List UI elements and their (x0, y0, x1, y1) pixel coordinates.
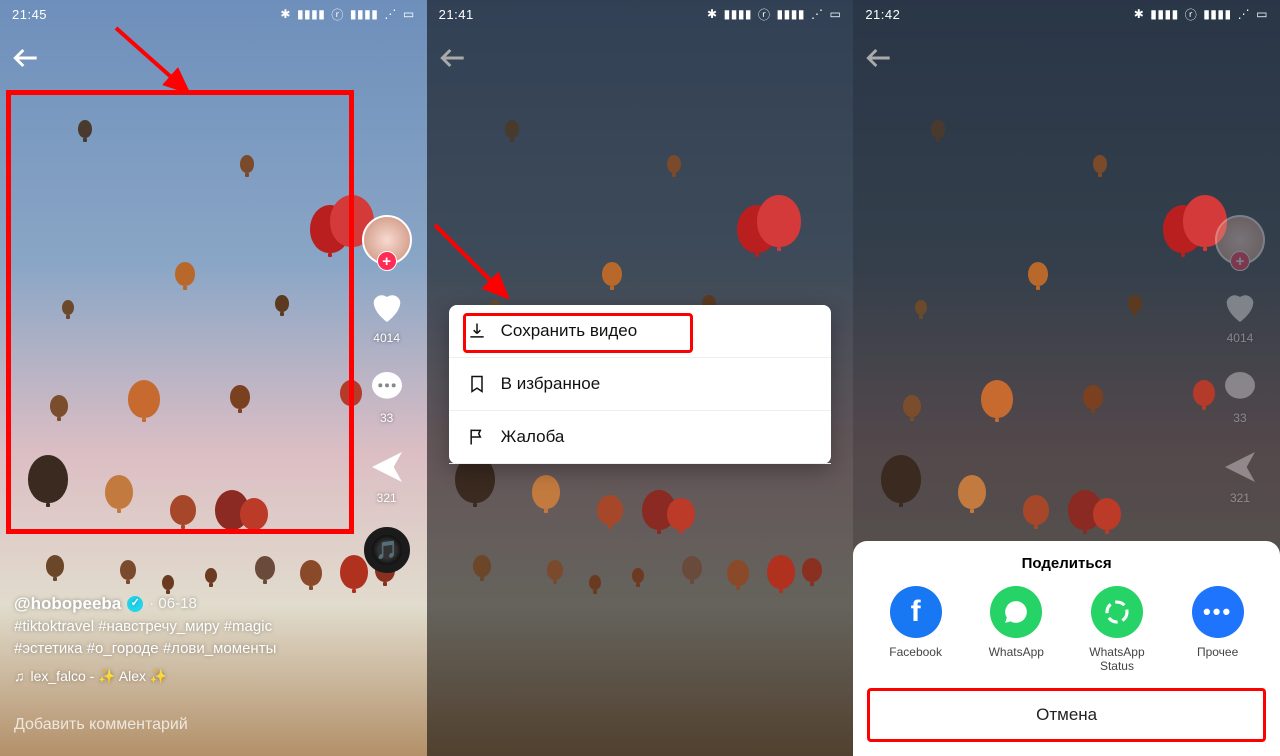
author-avatar[interactable]: + (362, 215, 412, 265)
sound-disc[interactable]: 🎵 (364, 527, 410, 573)
status-bar: 21:45 ✱ ▮▮▮▮ ⓡ ▮▮▮▮ ⋰ ▭ (0, 0, 427, 28)
phone-screen-2: 21:41 ✱ ▮▮▮▮ ⓡ ▮▮▮▮ ⋰ ▭ Сохранить видео … (427, 0, 854, 756)
clock: 21:41 (439, 7, 474, 22)
annotation-arrow-1 (116, 28, 206, 113)
r-icon: ⓡ (1185, 6, 1198, 23)
whatsapp-status-icon (1091, 586, 1143, 638)
verified-icon: ✓ (127, 596, 143, 612)
signal-icon: ▮▮▮▮ (1150, 7, 1178, 21)
share-whatsapp-status[interactable]: WhatsApp Status (1077, 586, 1157, 674)
add-comment[interactable]: Добавить комментарий (14, 716, 188, 734)
author-avatar[interactable]: + (1215, 215, 1265, 265)
status-bar: 21:41 ✱ ▮▮▮▮ ⓡ ▮▮▮▮ ⋰ ▭ (427, 0, 854, 28)
back-button[interactable] (10, 42, 42, 79)
comment-count: 33 (380, 411, 393, 425)
signal-icon: ▮▮▮▮ (724, 7, 752, 21)
back-button[interactable] (437, 42, 469, 79)
phone-screen-1: 21:45 ✱ ▮▮▮▮ ⓡ ▮▮▮▮ ⋰ ▭ + 4014 33 321 🎵 (0, 0, 427, 756)
battery-icon: ▭ (829, 7, 841, 21)
share-cancel[interactable]: Отмена (867, 688, 1266, 742)
menu-fav-label: В избранное (501, 374, 601, 394)
comment-button[interactable]: 33 (1220, 367, 1260, 425)
r-icon: ⓡ (331, 6, 344, 23)
status-icons: ✱ ▮▮▮▮ ⓡ ▮▮▮▮ ⋰ ▭ (280, 6, 414, 23)
like-count: 4014 (1227, 331, 1254, 345)
like-button[interactable]: 4014 (367, 287, 407, 345)
follow-plus[interactable]: + (377, 251, 397, 271)
follow-plus[interactable]: + (1230, 251, 1250, 271)
phone-screen-3: 21:42 ✱ ▮▮▮▮ ⓡ ▮▮▮▮ ⋰ ▭ + 4014 33 321 По (853, 0, 1280, 756)
signal2-icon: ▮▮▮▮ (1203, 7, 1231, 21)
share-more[interactable]: ••• Прочее (1178, 586, 1258, 674)
comment-count: 33 (1233, 411, 1246, 425)
facebook-icon: f (890, 586, 942, 638)
clock: 21:45 (12, 7, 47, 22)
share-title: Поделиться (853, 555, 1280, 572)
menu-favorite[interactable]: В избранное (449, 358, 832, 411)
back-button[interactable] (863, 42, 895, 79)
status-bar: 21:42 ✱ ▮▮▮▮ ⓡ ▮▮▮▮ ⋰ ▭ (853, 0, 1280, 28)
like-count: 4014 (373, 331, 400, 345)
share-button[interactable]: 321 (1220, 447, 1260, 505)
signal-icon: ▮▮▮▮ (297, 7, 325, 21)
share-sheet: Поделиться f Facebook WhatsApp WhatsApp … (853, 541, 1280, 756)
battery-icon: ▭ (1256, 7, 1268, 21)
author-handle[interactable]: @hobopeeba (14, 592, 121, 617)
context-menu: Сохранить видео В избранное Жалоба (449, 305, 832, 464)
share-more-label: Прочее (1197, 646, 1238, 674)
bluetooth-icon: ✱ (1134, 7, 1145, 21)
share-button[interactable]: 321 (367, 447, 407, 505)
music-row[interactable]: ♫ lex_falco - ✨ Alex ✨ (14, 666, 327, 686)
whatsapp-icon (990, 586, 1042, 638)
bluetooth-icon: ✱ (280, 7, 291, 21)
clock: 21:42 (865, 7, 900, 22)
signal2-icon: ▮▮▮▮ (777, 7, 805, 21)
battery-icon: ▭ (403, 7, 415, 21)
status-icons: ✱ ▮▮▮▮ ⓡ ▮▮▮▮ ⋰ ▭ (1134, 6, 1268, 23)
share-whatsapp-label: WhatsApp (989, 646, 1044, 674)
menu-report[interactable]: Жалоба (449, 411, 832, 464)
post-date: · 06-18 (149, 593, 197, 615)
action-rail: + 4014 33 321 🎵 (357, 215, 417, 573)
caption[interactable]: #tiktoktravel #навстречу_миру #magic #эс… (14, 616, 327, 660)
share-count: 321 (1230, 491, 1250, 505)
share-count: 321 (377, 491, 397, 505)
signal2-icon: ▮▮▮▮ (350, 7, 378, 21)
highlight-longpress-area (6, 90, 354, 534)
music-text: lex_falco - ✨ Alex ✨ (31, 666, 168, 686)
share-wastatus-label: WhatsApp Status (1077, 646, 1157, 674)
highlight-save-option (463, 313, 693, 353)
share-whatsapp[interactable]: WhatsApp (976, 586, 1056, 674)
comment-button[interactable]: 33 (367, 367, 407, 425)
menu-report-label: Жалоба (501, 427, 565, 447)
like-button[interactable]: 4014 (1220, 287, 1260, 345)
music-note-icon: ♫ (14, 666, 25, 686)
r-icon: ⓡ (758, 6, 771, 23)
status-icons: ✱ ▮▮▮▮ ⓡ ▮▮▮▮ ⋰ ▭ (707, 6, 841, 23)
bluetooth-icon: ✱ (707, 7, 718, 21)
wifi-icon: ⋰ (1238, 7, 1251, 21)
share-facebook-label: Facebook (889, 646, 942, 674)
share-facebook[interactable]: f Facebook (876, 586, 956, 674)
wifi-icon: ⋰ (384, 7, 397, 21)
more-icon: ••• (1192, 586, 1244, 638)
video-info: @hobopeeba ✓ · 06-18 #tiktoktravel #навс… (14, 592, 327, 686)
action-rail: + 4014 33 321 (1210, 215, 1270, 505)
wifi-icon: ⋰ (811, 7, 824, 21)
